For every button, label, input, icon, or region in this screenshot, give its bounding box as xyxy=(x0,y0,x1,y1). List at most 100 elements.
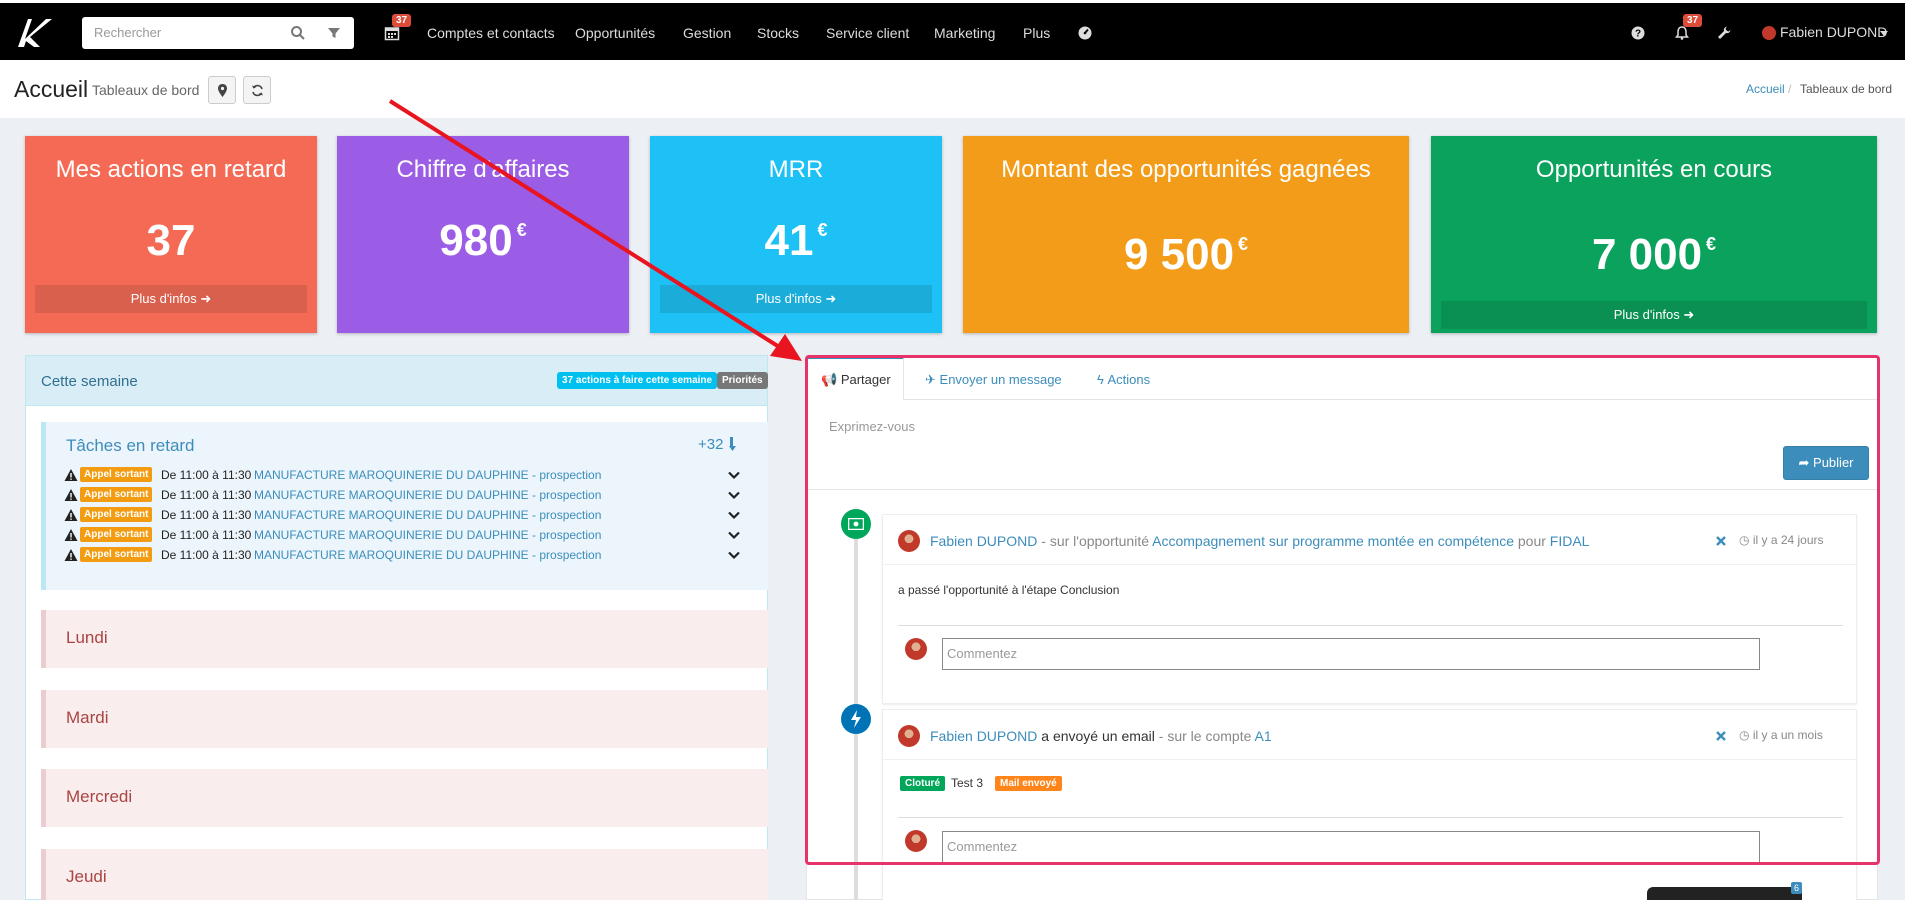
task-link[interactable]: MANUFACTURE MAROQUINERIE DU DAUPHINE - p… xyxy=(254,488,601,502)
task-row: Appel sortant De 11:00 à 11:30 MANUFACTU… xyxy=(64,466,754,484)
actions-count-badge[interactable]: 37 actions à faire cette semaine xyxy=(557,372,718,389)
card-value-unit: € xyxy=(1238,234,1249,254)
task-link[interactable]: MANUFACTURE MAROQUINERIE DU DAUPHINE - p… xyxy=(254,548,601,562)
card-value-number: 37 xyxy=(146,216,196,265)
day-lundi[interactable]: Lundi xyxy=(41,610,768,668)
nav-service-client[interactable]: Service client xyxy=(826,25,909,41)
chevron-down-icon[interactable] xyxy=(728,529,740,541)
task-time: De 11:00 à 11:30 xyxy=(161,468,252,482)
sort-down-icon xyxy=(728,437,736,451)
card-more-link[interactable]: Plus d'infos ➜ xyxy=(35,285,307,313)
chevron-down-icon[interactable] xyxy=(728,549,740,561)
map-marker-icon xyxy=(218,84,227,97)
card-value: 9 500 € xyxy=(963,230,1409,280)
card-mrr: MRR 41 € Plus d'infos ➜ xyxy=(650,136,942,333)
card-value: 41 € xyxy=(650,216,942,266)
dashboard-gauge-icon[interactable] xyxy=(1077,25,1093,41)
nav-comptes-contacts[interactable]: Comptes et contacts xyxy=(427,25,555,41)
task-link[interactable]: MANUFACTURE MAROQUINERIE DU DAUPHINE - p… xyxy=(254,468,601,482)
task-row: Appel sortant De 11:00 à 11:30 MANUFACTU… xyxy=(64,546,754,564)
warning-icon xyxy=(64,509,78,521)
content-header: Accueil Tableaux de bord Accueil / Table… xyxy=(0,60,1905,118)
task-time: De 11:00 à 11:30 xyxy=(161,548,252,562)
refresh-button[interactable] xyxy=(243,76,271,104)
task-link[interactable]: MANUFACTURE MAROQUINERIE DU DAUPHINE - p… xyxy=(254,528,601,542)
card-more-label: Plus d'infos xyxy=(130,291,197,306)
day-label: Mardi xyxy=(66,708,109,727)
user-menu[interactable]: Fabien DUPOND xyxy=(1780,24,1887,40)
refresh-icon xyxy=(252,84,263,97)
card-value-unit: € xyxy=(516,220,527,240)
chat-badge: 6 xyxy=(1791,882,1803,894)
late-tasks-more[interactable]: +32 xyxy=(698,436,738,453)
search-icon[interactable] xyxy=(290,25,306,41)
chevron-down-icon[interactable] xyxy=(728,469,740,481)
priorities-badge[interactable]: Priorités xyxy=(717,372,768,389)
week-title: Cette semaine xyxy=(41,373,138,390)
card-value-number: 980 xyxy=(439,216,513,265)
warning-icon xyxy=(64,489,78,501)
page-subtitle: Tableaux de bord xyxy=(92,82,200,98)
search-box[interactable]: Rechercher xyxy=(82,17,354,49)
card-more-label: Plus d'infos xyxy=(1613,307,1680,322)
task-type-label: Appel sortant xyxy=(80,467,153,482)
bell-icon[interactable] xyxy=(1674,25,1690,41)
nav-stocks[interactable]: Stocks xyxy=(757,25,799,41)
card-value: 7 000 € xyxy=(1431,230,1877,280)
wrench-icon[interactable] xyxy=(1716,25,1732,41)
warning-icon xyxy=(64,549,78,561)
day-label: Jeudi xyxy=(66,867,107,886)
arrow-circle-right-icon: ➜ xyxy=(825,291,837,306)
arrow-circle-right-icon: ➜ xyxy=(200,291,212,306)
day-mercredi[interactable]: Mercredi xyxy=(41,769,768,827)
card-title: Chiffre d'affaires xyxy=(396,156,570,183)
card-value-number: 7 000 xyxy=(1591,230,1703,279)
nav-opportunites[interactable]: Opportunités xyxy=(575,25,655,41)
nav-gestion[interactable]: Gestion xyxy=(683,25,731,41)
task-time: De 11:00 à 11:30 xyxy=(161,488,252,502)
task-link[interactable]: MANUFACTURE MAROQUINERIE DU DAUPHINE - p… xyxy=(254,508,601,522)
card-open-opportunities: Opportunités en cours 7 000 € Plus d'info… xyxy=(1431,136,1877,333)
location-button[interactable] xyxy=(208,76,236,104)
task-type-label: Appel sortant xyxy=(80,527,153,542)
late-tasks-title: Tâches en retard xyxy=(66,436,195,455)
calendar-icon[interactable] xyxy=(384,25,400,41)
notification-badge: 37 xyxy=(1683,14,1703,27)
late-tasks-box: Tâches en retard +32 Appel sortant De 11… xyxy=(41,422,768,590)
card-value-unit: € xyxy=(817,220,828,240)
top-navbar: Rechercher 37 Comptes et contacts Opport… xyxy=(0,0,1905,60)
card-more-link[interactable]: Plus d'infos ➜ xyxy=(660,285,932,313)
breadcrumb-separator: / xyxy=(1788,82,1792,96)
warning-icon xyxy=(64,529,78,541)
day-jeudi[interactable]: Jeudi xyxy=(41,849,768,900)
card-title: Mes actions en retard xyxy=(55,156,287,183)
warning-icon xyxy=(64,469,78,481)
card-more-link[interactable]: Plus d'infos ➜ xyxy=(1441,301,1867,329)
card-value: 37 xyxy=(25,216,317,266)
chat-widget[interactable] xyxy=(1647,887,1802,900)
task-row: Appel sortant De 11:00 à 11:30 MANUFACTU… xyxy=(64,526,754,544)
nav-plus[interactable]: Plus xyxy=(1023,25,1050,41)
day-mardi[interactable]: Mardi xyxy=(41,690,768,748)
filter-icon[interactable] xyxy=(326,25,342,41)
week-panel: Cette semaine 37 actions à faire cette s… xyxy=(25,355,768,900)
task-time: De 11:00 à 11:30 xyxy=(161,508,252,522)
card-value-unit: € xyxy=(1706,234,1717,254)
svg-text:?: ? xyxy=(1635,29,1641,40)
task-row: Appel sortant De 11:00 à 11:30 MANUFACTU… xyxy=(64,506,754,524)
card-late-actions: Mes actions en retard 37 Plus d'infos ➜ xyxy=(25,136,317,333)
caret-down-icon[interactable] xyxy=(1880,31,1888,37)
nav-marketing[interactable]: Marketing xyxy=(934,25,995,41)
task-time: De 11:00 à 11:30 xyxy=(161,528,252,542)
breadcrumb-home[interactable]: Accueil xyxy=(1746,82,1785,96)
card-title: Montant des opportunités gagnées xyxy=(1001,156,1371,183)
app-logo[interactable] xyxy=(14,15,54,51)
card-won-opportunities: Montant des opportunités gagnées 9 500 € xyxy=(963,136,1409,333)
highlight-frame xyxy=(805,355,1880,865)
chevron-down-icon[interactable] xyxy=(728,489,740,501)
chevron-down-icon[interactable] xyxy=(728,509,740,521)
help-icon[interactable]: ? xyxy=(1630,25,1646,41)
day-label: Lundi xyxy=(66,628,108,647)
card-value-number: 9 500 xyxy=(1123,230,1235,279)
late-tasks-count: +32 xyxy=(698,436,724,453)
